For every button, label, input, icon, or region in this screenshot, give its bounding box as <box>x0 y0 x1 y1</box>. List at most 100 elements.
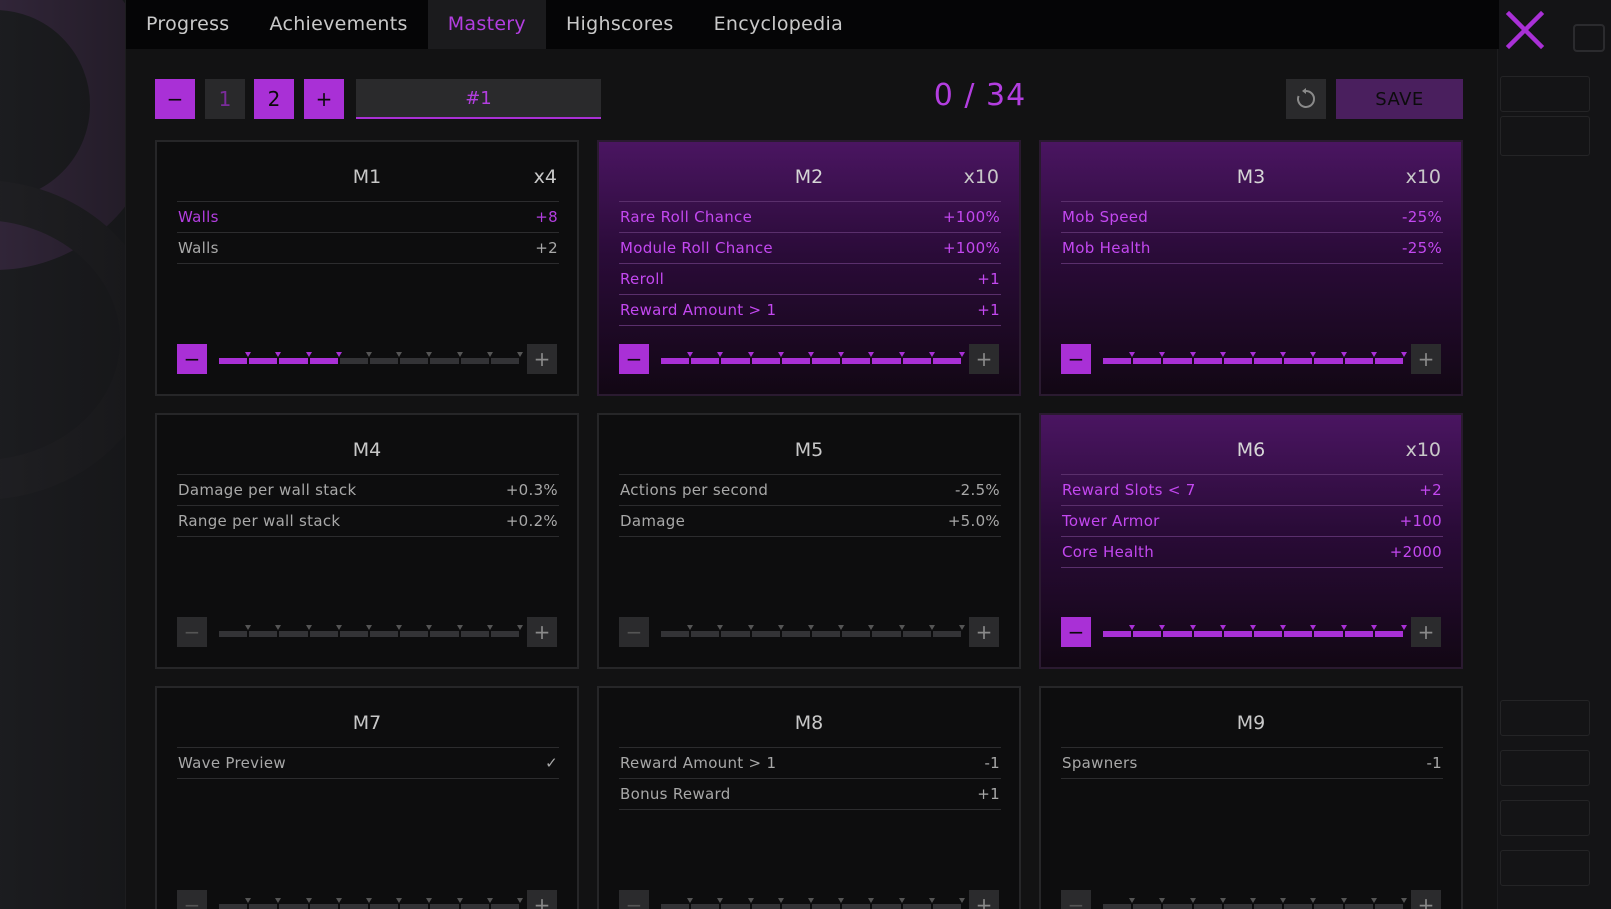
level-segment <box>902 904 931 909</box>
level-tick <box>305 625 312 630</box>
reset-button[interactable] <box>1286 79 1326 119</box>
level-down-button[interactable]: − <box>1061 617 1091 647</box>
level-segment <box>1193 631 1222 637</box>
level-tick <box>486 898 493 903</box>
level-up-button[interactable]: + <box>969 344 999 374</box>
level-track[interactable] <box>1103 898 1407 909</box>
level-down-button[interactable]: − <box>177 344 207 374</box>
level-segment <box>842 358 871 364</box>
stat-row: Module Roll Chance +100% <box>619 233 1001 264</box>
level-down-button[interactable]: − <box>619 344 649 374</box>
level-segment <box>400 904 429 909</box>
tab-achievements[interactable]: Achievements <box>249 0 427 49</box>
tab-highscores[interactable]: Highscores <box>546 0 694 49</box>
mastery-card-m6: M6 x10 Reward Slots < 7 +2 Tower Armor +100 Co… <box>1039 413 1463 669</box>
level-track[interactable] <box>661 625 965 638</box>
level-down-button[interactable]: − <box>177 890 207 909</box>
level-tick <box>517 352 523 357</box>
stat-row: Tower Armor +100 <box>1061 506 1443 537</box>
level-down-button[interactable]: − <box>619 617 649 647</box>
level-segment <box>1223 904 1252 909</box>
level-tick <box>305 898 312 903</box>
level-tick <box>1340 352 1347 357</box>
stat-label: Damage <box>620 512 686 530</box>
level-track[interactable] <box>1103 352 1407 365</box>
stat-row: Spawners -1 <box>1061 748 1443 779</box>
level-segment <box>370 631 399 637</box>
level-up-button[interactable]: + <box>1411 890 1441 909</box>
level-track[interactable] <box>219 352 523 365</box>
level-tick <box>275 352 282 357</box>
level-tick <box>275 625 282 630</box>
level-track[interactable] <box>219 898 523 909</box>
stat-row: Reward Amount > 1 -1 <box>619 748 1001 779</box>
level-up-button[interactable]: + <box>1411 344 1441 374</box>
stat-row: Actions per second -2.5% <box>619 475 1001 506</box>
level-segment <box>279 631 308 637</box>
level-segment <box>781 358 810 364</box>
stat-value: +100% <box>943 239 1000 257</box>
stat-label: Rare Roll Chance <box>620 208 753 226</box>
stat-value: +5.0% <box>947 512 1000 530</box>
level-segment <box>1103 358 1132 364</box>
stat-list: Mob Speed -25% Mob Health -25% <box>1061 201 1443 264</box>
stat-value: +1 <box>977 785 1000 803</box>
level-down-button[interactable]: − <box>619 890 649 909</box>
level-segment <box>1193 904 1222 909</box>
level-tick <box>456 898 463 903</box>
background-panel <box>1500 850 1590 886</box>
level-segment <box>1284 358 1313 364</box>
level-segment <box>1163 358 1192 364</box>
preset-1-button[interactable]: 1 <box>205 79 245 119</box>
level-tick <box>777 625 784 630</box>
add-preset-button[interactable]: + <box>304 79 344 119</box>
level-up-button[interactable]: + <box>527 617 557 647</box>
level-tick <box>687 625 694 630</box>
level-down-button[interactable]: − <box>1061 344 1091 374</box>
tab-mastery[interactable]: Mastery <box>427 0 546 49</box>
level-segment <box>219 631 248 637</box>
level-track[interactable] <box>219 625 523 638</box>
level-tick <box>335 625 342 630</box>
level-tick <box>517 898 523 903</box>
level-track[interactable] <box>1103 625 1407 638</box>
level-tick <box>747 352 754 357</box>
level-tick <box>366 898 372 903</box>
level-segment <box>721 631 750 637</box>
level-segment <box>661 358 690 364</box>
close-button[interactable] <box>1503 8 1547 52</box>
level-segment <box>842 631 871 637</box>
level-tick <box>838 625 845 630</box>
stat-value: +0.3% <box>505 481 558 499</box>
stat-row: Walls +2 <box>177 233 559 264</box>
stat-value: -25% <box>1402 239 1442 257</box>
preset-2-button[interactable]: 2 <box>254 79 294 119</box>
level-up-button[interactable]: + <box>969 890 999 909</box>
level-segment <box>339 358 368 364</box>
level-up-button[interactable]: + <box>527 344 557 374</box>
level-track[interactable] <box>661 898 965 909</box>
stat-label: Walls <box>178 208 219 226</box>
level-up-button[interactable]: + <box>969 617 999 647</box>
level-tick <box>426 898 433 903</box>
remove-preset-button[interactable]: − <box>155 79 195 119</box>
level-down-button[interactable]: − <box>177 617 207 647</box>
level-tick <box>517 625 523 630</box>
level-tick <box>245 352 252 357</box>
level-down-button[interactable]: − <box>1061 890 1091 909</box>
level-segment <box>751 631 780 637</box>
level-up-button[interactable]: + <box>1411 617 1441 647</box>
tab-progress[interactable]: Progress <box>126 0 249 49</box>
level-segment <box>902 358 931 364</box>
level-up-button[interactable]: + <box>527 890 557 909</box>
level-track[interactable] <box>661 352 965 365</box>
save-button[interactable]: SAVE <box>1336 79 1463 119</box>
tab-encyclopedia[interactable]: Encyclopedia <box>694 0 863 49</box>
level-segment <box>339 904 368 909</box>
stat-value: -2.5% <box>954 481 1000 499</box>
level-segment <box>219 904 248 909</box>
preset-name-field[interactable]: #1 <box>356 79 601 119</box>
level-segment <box>249 631 278 637</box>
level-tick <box>717 625 724 630</box>
level-tick <box>486 625 493 630</box>
